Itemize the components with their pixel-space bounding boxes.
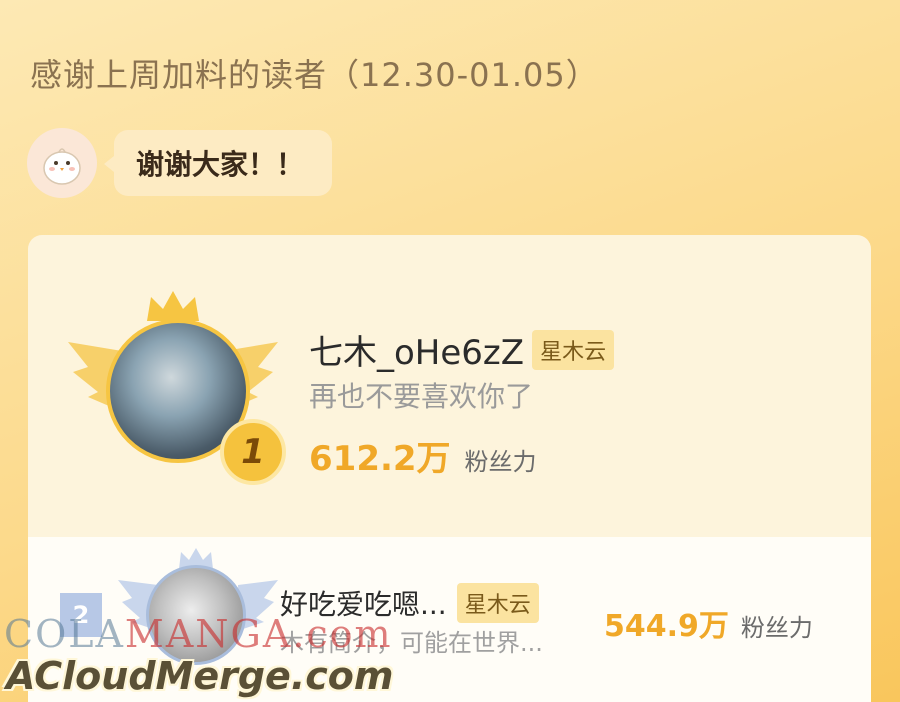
greeting-text: 谢谢大家！！ bbox=[136, 148, 305, 181]
rank1-avatar-frame: 1 bbox=[68, 287, 286, 487]
rank2-tag: 星木云 bbox=[456, 583, 539, 623]
chick-icon bbox=[43, 148, 81, 185]
rank2-fans: 544.9万 粉丝力 bbox=[604, 601, 813, 645]
rank2-fans-label: 粉丝力 bbox=[740, 614, 813, 642]
watermark-colamanga: COLAMANGA.com bbox=[4, 612, 393, 656]
rank1-badge: 1 bbox=[220, 419, 286, 485]
watermark-dotcom: .com bbox=[292, 612, 393, 656]
rank1-fans-value: 612.2万 bbox=[309, 439, 451, 479]
watermark-acloudmerge: ACloudMerge.com bbox=[6, 654, 394, 698]
rank2-fans-value: 544.9万 bbox=[604, 609, 729, 644]
rank1-username[interactable]: 七木_oHe6zZ bbox=[309, 325, 524, 374]
page-title: 感谢上周加料的读者（12.30-01.05） bbox=[30, 56, 599, 94]
greeting-bubble: 谢谢大家！！ bbox=[104, 130, 332, 196]
rank1-user[interactable]: 七木_oHe6zZ 星木云 bbox=[309, 325, 615, 374]
watermark-cola: COLA bbox=[4, 612, 125, 656]
mascot-avatar bbox=[27, 128, 97, 198]
rank1-fans-label: 粉丝力 bbox=[464, 448, 537, 476]
rank1-tag: 星木云 bbox=[532, 329, 615, 370]
rank1-fans: 612.2万 粉丝力 bbox=[309, 431, 537, 480]
watermark-manga: MANGA bbox=[124, 612, 293, 656]
rank1-signature: 再也不要喜欢你了 bbox=[309, 380, 534, 413]
